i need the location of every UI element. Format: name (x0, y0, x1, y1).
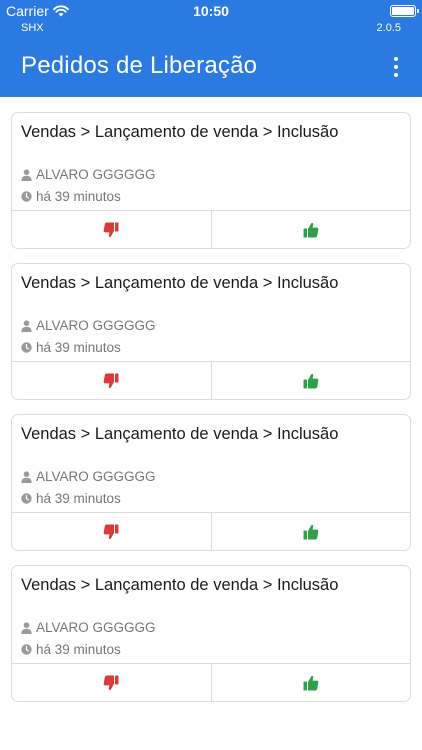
user-icon (21, 621, 32, 634)
request-actions (12, 512, 410, 550)
page-title: Pedidos de Liberação (21, 52, 258, 79)
request-time-ago: há 39 minutos (36, 340, 121, 355)
request-time-ago: há 39 minutos (36, 491, 121, 506)
thumbs-up-icon (303, 373, 319, 389)
clock-icon (21, 644, 32, 655)
thumbs-down-icon (103, 373, 119, 389)
request-card: Vendas > Lançamento de venda > Inclusão … (11, 263, 411, 400)
clock-icon (21, 191, 32, 202)
request-user: ALVARO GGGGGG (36, 469, 156, 484)
request-title: Vendas > Lançamento de venda > Inclusão (21, 576, 339, 594)
clock-icon (21, 342, 32, 353)
status-bar: Carrier 10:50 (0, 0, 422, 22)
approve-button[interactable] (210, 362, 411, 399)
user-icon (21, 319, 32, 332)
request-title: Vendas > Lançamento de venda > Inclusão (21, 274, 339, 292)
thumbs-up-icon (303, 675, 319, 691)
thumbs-down-icon (103, 675, 119, 691)
thumbs-down-icon (103, 222, 119, 238)
thumbs-up-icon (303, 524, 319, 540)
approve-button[interactable] (210, 513, 411, 550)
request-card: Vendas > Lançamento de venda > Inclusão … (11, 112, 411, 249)
request-time-ago: há 39 minutos (36, 642, 121, 657)
reject-button[interactable] (12, 664, 211, 701)
request-user-row: ALVARO GGGGGG (21, 167, 156, 182)
company-code: SHX (21, 22, 44, 34)
request-user: ALVARO GGGGGG (36, 318, 156, 333)
status-time: 10:50 (193, 3, 229, 19)
request-time-row: há 39 minutos (21, 491, 121, 506)
request-user: ALVARO GGGGGG (36, 620, 156, 635)
request-actions (12, 210, 410, 248)
thumbs-down-icon (103, 524, 119, 540)
request-actions (12, 663, 410, 701)
thumbs-up-icon (303, 222, 319, 238)
approve-button[interactable] (210, 664, 411, 701)
battery-icon (390, 5, 419, 17)
request-list: Vendas > Lançamento de venda > Inclusão … (11, 112, 411, 716)
request-time-row: há 39 minutos (21, 189, 121, 204)
request-title: Vendas > Lançamento de venda > Inclusão (21, 425, 339, 443)
app-screen: Carrier 10:50 SHX 2.0.5 Pedidos de Liber… (0, 0, 422, 750)
request-time-row: há 39 minutos (21, 642, 121, 657)
clock-icon (21, 493, 32, 504)
request-time-row: há 39 minutos (21, 340, 121, 355)
more-vertical-icon[interactable] (386, 55, 406, 79)
request-user-row: ALVARO GGGGGG (21, 620, 156, 635)
request-card: Vendas > Lançamento de venda > Inclusão … (11, 565, 411, 702)
request-user-row: ALVARO GGGGGG (21, 469, 156, 484)
approve-button[interactable] (210, 211, 411, 248)
user-icon (21, 168, 32, 181)
reject-button[interactable] (12, 513, 211, 550)
app-header: Carrier 10:50 SHX 2.0.5 Pedidos de Liber… (0, 0, 422, 97)
request-user-row: ALVARO GGGGGG (21, 318, 156, 333)
reject-button[interactable] (12, 362, 211, 399)
request-time-ago: há 39 minutos (36, 189, 121, 204)
app-version: 2.0.5 (376, 22, 401, 34)
request-title: Vendas > Lançamento de venda > Inclusão (21, 123, 339, 141)
reject-button[interactable] (12, 211, 211, 248)
request-card: Vendas > Lançamento de venda > Inclusão … (11, 414, 411, 551)
request-actions (12, 361, 410, 399)
user-icon (21, 470, 32, 483)
request-user: ALVARO GGGGGG (36, 167, 156, 182)
